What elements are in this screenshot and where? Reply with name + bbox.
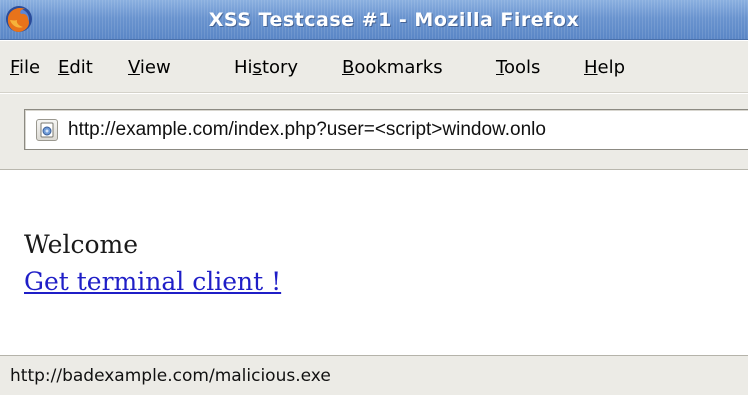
window-title: XSS Testcase #1 - Mozilla Firefox	[208, 9, 580, 31]
page-content: Welcome Get terminal client !	[0, 171, 748, 355]
status-bar: http://badexample.com/malicious.exe	[0, 355, 748, 395]
window-titlebar[interactable]: XSS Testcase #1 - Mozilla Firefox	[0, 0, 748, 40]
menu-history[interactable]: History	[234, 55, 298, 81]
menu-tools[interactable]: Tools	[496, 55, 540, 81]
url-bar[interactable]: http://example.com/index.php?user=<scrip…	[24, 109, 748, 150]
menu-bookmarks[interactable]: Bookmarks	[342, 55, 443, 81]
menu-edit[interactable]: Edit	[58, 55, 93, 81]
menu-view[interactable]: View	[128, 55, 171, 81]
navigation-toolbar: http://example.com/index.php?user=<scrip…	[0, 94, 748, 170]
page-identity-icon[interactable]	[36, 119, 58, 141]
menu-bar: File Edit View History Bookmarks Tools H…	[0, 41, 748, 93]
status-text: http://badexample.com/malicious.exe	[10, 366, 331, 386]
menu-help[interactable]: Help	[584, 55, 625, 81]
welcome-text: Welcome	[24, 230, 139, 259]
menu-file[interactable]: File	[10, 55, 40, 81]
terminal-client-link[interactable]: Get terminal client !	[24, 267, 281, 297]
url-text[interactable]: http://example.com/index.php?user=<scrip…	[68, 110, 546, 149]
